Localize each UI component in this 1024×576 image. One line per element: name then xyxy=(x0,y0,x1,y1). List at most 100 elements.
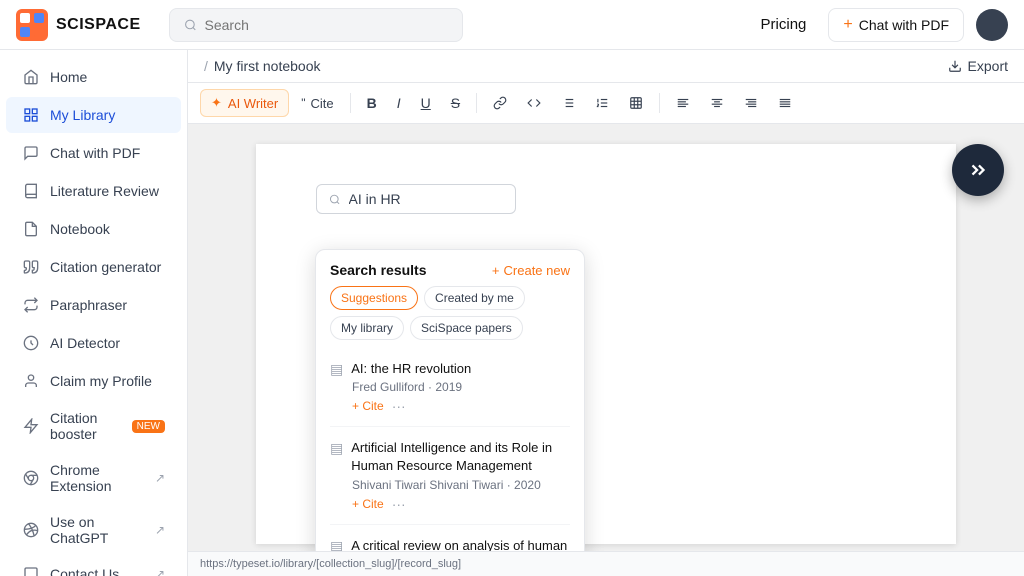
search-bar[interactable] xyxy=(169,8,463,42)
user-avatar-button[interactable] xyxy=(976,9,1008,41)
pricing-button[interactable]: Pricing xyxy=(751,10,817,39)
table-icon xyxy=(629,96,643,110)
sidebar-label: Notebook xyxy=(50,221,110,237)
cite-button[interactable]: " Cite xyxy=(293,91,341,116)
editor-paper[interactable]: Search results + Create new Suggestions … xyxy=(256,144,956,544)
result-actions: + Cite ··· xyxy=(330,496,570,512)
result-divider xyxy=(330,426,570,427)
notebook-icon xyxy=(22,220,40,238)
chat-icon xyxy=(22,144,40,162)
link-icon xyxy=(493,96,507,110)
sidebar-item-home[interactable]: Home xyxy=(6,59,181,95)
sidebar-label: Chat with PDF xyxy=(50,145,140,161)
filter-suggestions[interactable]: Suggestions xyxy=(330,286,418,310)
profile-icon xyxy=(22,372,40,390)
detector-icon xyxy=(22,334,40,352)
sidebar-label: Home xyxy=(50,69,87,85)
sidebar-item-ai-detector[interactable]: AI Detector xyxy=(6,325,181,361)
dropdown-header: Search results + Create new xyxy=(316,250,584,286)
doc-icon: ▤ xyxy=(330,361,343,378)
sidebar-label: Literature Review xyxy=(50,183,159,199)
ai-star-icon: ✦ xyxy=(211,95,222,111)
sidebar-item-paraphraser[interactable]: Paraphraser xyxy=(6,287,181,323)
sidebar-item-my-library[interactable]: My Library xyxy=(6,97,181,133)
align-right-icon xyxy=(744,96,758,110)
more-button-1[interactable]: ··· xyxy=(392,398,406,414)
list-bullet-button[interactable] xyxy=(553,91,583,115)
sidebar-label: Claim my Profile xyxy=(50,373,152,389)
paraphrase-icon xyxy=(22,296,40,314)
sidebar: Home My Library Chat with PDF Literature… xyxy=(0,50,188,576)
align-left-button[interactable] xyxy=(668,91,698,115)
search-input[interactable] xyxy=(205,17,448,33)
underline-button[interactable]: U xyxy=(413,90,439,116)
chatgpt-icon xyxy=(22,521,40,539)
filter-scispace-papers[interactable]: SciSpace papers xyxy=(410,316,523,340)
cite-action-2[interactable]: + Cite xyxy=(352,497,384,511)
status-bar: https://typeset.io/library/[collection_s… xyxy=(188,551,1024,576)
logo-text: SCISPACE xyxy=(56,16,141,34)
result-title: A critical review on analysis of human r… xyxy=(351,537,570,551)
new-badge: NEW xyxy=(132,420,165,433)
result-actions: + Cite ··· xyxy=(330,398,570,414)
cite-action-1[interactable]: + Cite xyxy=(352,399,384,413)
sidebar-item-citation-generator[interactable]: Citation generator xyxy=(6,249,181,285)
results-list: ▤ AI: the HR revolution Fred Gulliford ·… xyxy=(316,348,584,551)
list-bullet-icon xyxy=(561,96,575,110)
justify-button[interactable] xyxy=(770,91,800,115)
sidebar-item-literature-review[interactable]: Literature Review xyxy=(6,173,181,209)
toolbar-divider xyxy=(350,93,351,113)
editor-search-box[interactable] xyxy=(316,184,516,214)
result-divider xyxy=(330,524,570,525)
strikethrough-button[interactable]: S xyxy=(443,90,468,116)
sidebar-label: Paraphraser xyxy=(50,297,127,313)
chat-with-pdf-button[interactable]: + Chat with PDF xyxy=(828,8,964,42)
result-item[interactable]: ▤ A critical review on analysis of human… xyxy=(316,529,584,551)
filter-created-by-me[interactable]: Created by me xyxy=(424,286,525,310)
boost-icon xyxy=(22,417,40,435)
plus-icon: + xyxy=(843,16,852,34)
doc-icon: ▤ xyxy=(330,538,343,551)
align-right-button[interactable] xyxy=(736,91,766,115)
filter-my-library[interactable]: My library xyxy=(330,316,404,340)
sidebar-item-contact-us[interactable]: Contact Us ↗ xyxy=(6,556,181,576)
breadcrumb-page-title: My first notebook xyxy=(214,58,321,74)
export-button[interactable]: Export xyxy=(948,58,1008,74)
home-icon xyxy=(22,68,40,86)
list-ordered-button[interactable] xyxy=(587,91,617,115)
toolbar-divider-3 xyxy=(659,93,660,113)
external-link-icon: ↗ xyxy=(155,567,165,576)
floating-expand-button[interactable] xyxy=(952,144,1004,196)
editor-search-input[interactable] xyxy=(349,191,503,207)
sidebar-item-chrome-extension[interactable]: Chrome Extension ↗ xyxy=(6,453,181,503)
list-ordered-icon xyxy=(595,96,609,110)
result-item[interactable]: ▤ Artificial Intelligence and its Role i… xyxy=(316,431,584,519)
align-center-button[interactable] xyxy=(702,91,732,115)
sidebar-item-citation-booster[interactable]: Citation booster NEW xyxy=(6,401,181,451)
create-new-button[interactable]: + Create new xyxy=(492,263,570,278)
sidebar-item-use-chatgpt[interactable]: Use on ChatGPT ↗ xyxy=(6,505,181,555)
editor-area: Search results + Create new Suggestions … xyxy=(188,124,1024,551)
result-meta: Shivani Tiwari Shivani Tiwari · 2020 xyxy=(330,478,570,492)
more-button-2[interactable]: ··· xyxy=(392,496,406,512)
ai-writer-button[interactable]: ✦ AI Writer xyxy=(200,89,289,117)
status-url: https://typeset.io/library/[collection_s… xyxy=(200,558,461,570)
sidebar-label: Use on ChatGPT xyxy=(50,514,145,546)
chevron-right-icon xyxy=(967,159,989,181)
justify-icon xyxy=(778,96,792,110)
sidebar-item-notebook[interactable]: Notebook xyxy=(6,211,181,247)
italic-button[interactable]: I xyxy=(389,90,409,116)
result-item[interactable]: ▤ AI: the HR revolution Fred Gulliford ·… xyxy=(316,352,584,422)
table-button[interactable] xyxy=(621,91,651,115)
result-title: AI: the HR revolution xyxy=(351,360,471,378)
breadcrumb-bar: / My first notebook Export xyxy=(188,50,1024,83)
sidebar-label: Citation booster xyxy=(50,410,118,442)
code-button[interactable] xyxy=(519,91,549,115)
external-link-icon: ↗ xyxy=(155,523,165,537)
external-link-icon: ↗ xyxy=(155,471,165,485)
sidebar-item-claim-profile[interactable]: Claim my Profile xyxy=(6,363,181,399)
contact-icon xyxy=(22,565,40,576)
sidebar-item-chat-pdf[interactable]: Chat with PDF xyxy=(6,135,181,171)
bold-button[interactable]: B xyxy=(359,90,385,116)
link-button[interactable] xyxy=(485,91,515,115)
